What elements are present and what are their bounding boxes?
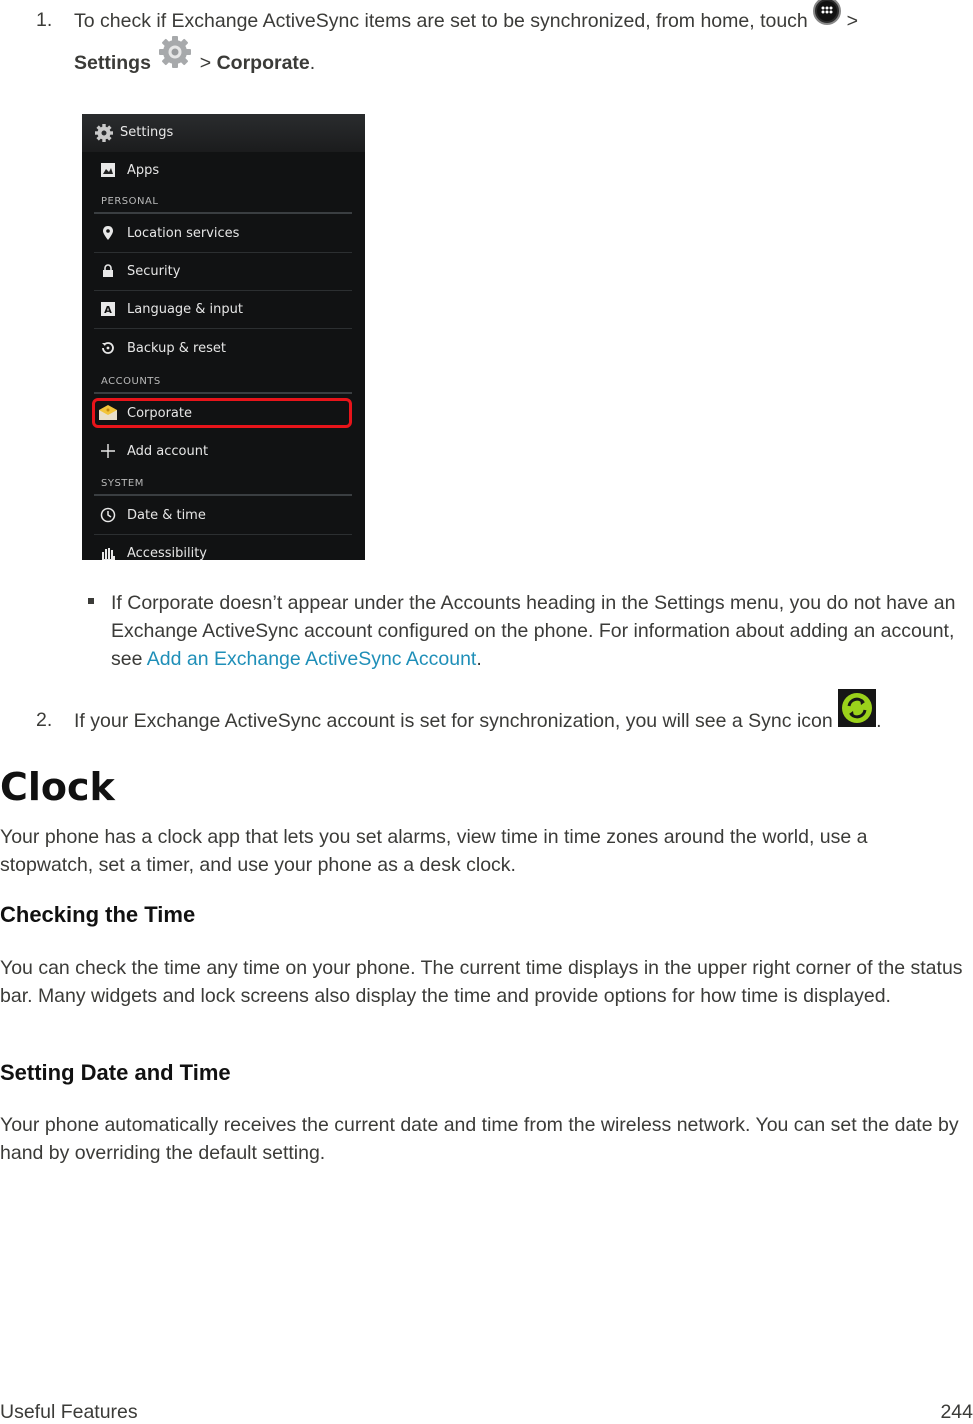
settings-item-date-time[interactable]: Date & time	[94, 497, 352, 535]
lock-icon	[100, 263, 116, 279]
item-label: Backup & reset	[127, 341, 226, 356]
step-1-line-2: Settings > Corporate.	[74, 36, 316, 79]
apps-launcher-icon	[813, 0, 842, 33]
sync-icon	[838, 688, 877, 735]
settings-item-location-services[interactable]: Location services	[94, 215, 352, 253]
step-2-sentence: If your Exchange ActiveSync account is s…	[74, 710, 833, 732]
period: .	[309, 52, 316, 75]
step-1-line-1: To check if Exchange ActiveSync items ar…	[74, 0, 954, 35]
section-intro: Your phone has a clock app that lets you…	[0, 826, 868, 876]
settings-item-backup-reset[interactable]: Backup & reset	[94, 330, 352, 368]
settings-gear-icon	[156, 33, 194, 79]
bullet-square	[88, 598, 94, 604]
settings-item-apps[interactable]: Apps	[94, 152, 352, 190]
step-number: 2.	[36, 709, 53, 731]
item-label: Accessibility	[127, 546, 207, 560]
section-divider	[94, 494, 352, 496]
subsection-heading: Checking the Time	[0, 902, 196, 927]
bullet-note-text: If Corporate doesn’t appear under the Ac…	[111, 589, 961, 673]
settings-title: Settings	[120, 125, 174, 140]
subsection-body: Your phone automatically receives the cu…	[0, 1114, 959, 1164]
plus-icon	[100, 443, 116, 459]
hand-icon	[100, 545, 116, 560]
settings-item-language-input[interactable]: A Language & input	[94, 291, 352, 329]
settings-gear-icon	[94, 123, 114, 147]
svg-text:A: A	[104, 305, 112, 316]
breadcrumb-separator: >	[199, 52, 212, 75]
footer-chapter: Useful Features	[0, 1401, 138, 1423]
settings-item-accessibility[interactable]: Accessibility	[94, 535, 352, 560]
period: .	[876, 710, 882, 732]
step-number: 1.	[36, 9, 53, 31]
period: .	[476, 648, 482, 670]
subsection-heading: Setting Date and Time	[0, 1060, 231, 1085]
section-header-system: SYSTEM	[101, 478, 144, 489]
keyboard-a-icon: A	[100, 301, 116, 317]
section-divider	[94, 212, 352, 214]
clock-icon	[100, 507, 116, 523]
location-pin-icon	[100, 225, 116, 241]
footer-page-number: 244	[940, 1401, 973, 1423]
item-label: Security	[127, 264, 181, 279]
item-label: Add account	[127, 444, 209, 459]
section-title: Clock	[0, 765, 115, 809]
settings-item-security[interactable]: Security	[94, 253, 352, 291]
settings-titlebar: Settings	[82, 114, 365, 152]
add-exchange-account-link[interactable]: Add an Exchange ActiveSync Account	[147, 648, 477, 670]
section-divider	[94, 392, 352, 394]
settings-label: Settings	[74, 52, 151, 75]
divider	[94, 328, 352, 329]
backup-restore-icon	[100, 340, 116, 356]
breadcrumb-separator: >	[846, 10, 859, 32]
item-label: Location services	[127, 226, 240, 241]
item-label: Apps	[127, 163, 160, 178]
item-label: Date & time	[127, 508, 206, 523]
subsection-body: You can check the time any time on your …	[0, 957, 963, 1007]
step-2-text: If your Exchange ActiveSync account is s…	[74, 688, 954, 735]
settings-screenshot: Settings Apps PERSONAL Location services…	[82, 114, 365, 560]
apps-icon	[100, 162, 116, 178]
settings-item-add-account[interactable]: Add account	[94, 433, 352, 471]
section-header-accounts: ACCOUNTS	[101, 376, 161, 387]
corporate-highlight-box	[92, 398, 352, 428]
step-1-text: To check if Exchange ActiveSync items ar…	[74, 10, 808, 32]
section-header-personal: PERSONAL	[101, 196, 159, 207]
corporate-label: Corporate	[216, 52, 310, 75]
item-label: Language & input	[127, 302, 243, 317]
